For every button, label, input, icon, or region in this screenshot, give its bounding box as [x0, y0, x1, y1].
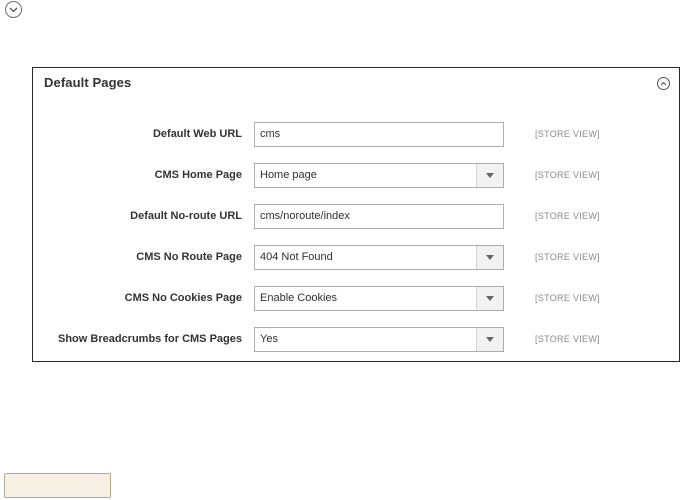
- cms-no-route-page-select[interactable]: 404 Not Found: [254, 245, 504, 270]
- row-cms-no-route-page: CMS No Route Page 404 Not Found [STORE V…: [33, 245, 679, 270]
- cms-home-page-select[interactable]: Home page: [254, 163, 504, 188]
- scope-label: [STORE VIEW]: [535, 211, 600, 221]
- field-label: CMS No Cookies Page: [124, 292, 242, 304]
- select-value: Enable Cookies: [260, 292, 338, 304]
- panel-title: Default Pages: [44, 75, 132, 90]
- field-label: CMS No Route Page: [136, 251, 242, 263]
- field-label: Default No-route URL: [130, 210, 242, 222]
- show-breadcrumbs-select[interactable]: Yes: [254, 327, 504, 352]
- caret-down-icon[interactable]: [476, 287, 503, 310]
- scope-label: [STORE VIEW]: [535, 129, 600, 139]
- field-label: CMS Home Page: [154, 169, 242, 181]
- row-cms-no-cookies-page: CMS No Cookies Page Enable Cookies [STOR…: [33, 286, 679, 311]
- save-config-button[interactable]: [4, 473, 111, 498]
- cms-no-cookies-page-select[interactable]: Enable Cookies: [254, 286, 504, 311]
- row-cms-home-page: CMS Home Page Home page [STORE VIEW]: [33, 163, 679, 188]
- caret-down-icon[interactable]: [476, 328, 503, 351]
- row-default-no-route-url: Default No-route URL cms/noroute/index […: [33, 204, 679, 229]
- select-value: Yes: [260, 333, 278, 345]
- caret-down-icon[interactable]: [476, 246, 503, 269]
- field-label: Show Breadcrumbs for CMS Pages: [58, 333, 242, 345]
- default-no-route-url-input[interactable]: cms/noroute/index: [254, 204, 504, 229]
- scope-label: [STORE VIEW]: [535, 170, 600, 180]
- expand-section-toggle[interactable]: [5, 1, 22, 18]
- chevron-up-icon: [660, 81, 667, 86]
- default-pages-panel: Default Pages Default Web URL cms [STORE…: [32, 67, 680, 362]
- scope-label: [STORE VIEW]: [535, 252, 600, 262]
- row-show-breadcrumbs: Show Breadcrumbs for CMS Pages Yes [STOR…: [33, 327, 679, 352]
- scope-label: [STORE VIEW]: [535, 293, 600, 303]
- row-default-web-url: Default Web URL cms [STORE VIEW]: [33, 122, 679, 147]
- chevron-down-icon: [9, 7, 18, 12]
- scope-label: [STORE VIEW]: [535, 334, 600, 344]
- default-web-url-input[interactable]: cms: [254, 122, 504, 147]
- panel-collapse-toggle[interactable]: [657, 77, 670, 90]
- select-value: 404 Not Found: [260, 251, 333, 263]
- select-value: Home page: [260, 169, 317, 181]
- caret-down-icon[interactable]: [476, 164, 503, 187]
- field-label: Default Web URL: [152, 128, 242, 140]
